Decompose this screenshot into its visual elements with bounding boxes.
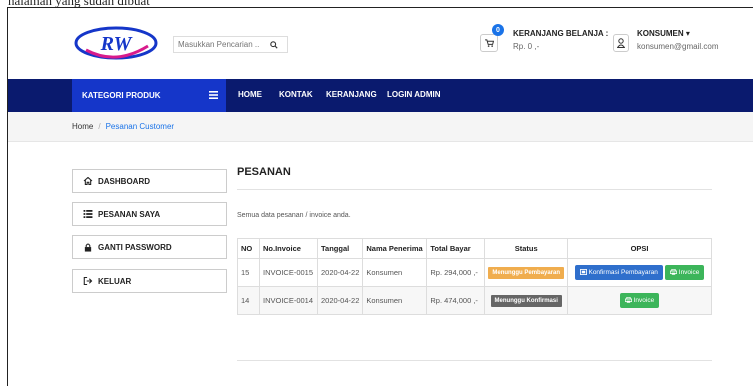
home-icon — [83, 177, 93, 185]
column-header-no: NO — [237, 238, 260, 259]
cell-recipient: Konsumen — [362, 286, 428, 315]
sidebar-item-pesanan-saya[interactable]: PESANAN SAYA — [72, 202, 227, 226]
column-header-recipient: Nama Penerima — [362, 238, 428, 259]
bottom-divider — [237, 360, 712, 361]
sidebar-item-label: DASHBOARD — [98, 176, 150, 186]
cell-invoice: INVOICE-0014 — [259, 286, 318, 315]
sidebar-item-label: PESANAN SAYA — [98, 209, 161, 219]
cell-invoice: INVOICE-0015 — [259, 258, 318, 287]
column-header-status: Status — [484, 238, 569, 259]
column-header-total: Total Bayar — [426, 238, 486, 259]
cell-total: Rp. 294,000 ,- — [426, 258, 486, 287]
cart-button[interactable] — [480, 34, 498, 52]
status-badge: Menunggu Pembayaran — [488, 266, 565, 279]
confirm-payment-button[interactable]: Konfirmasi Pembayaran — [574, 265, 663, 280]
nav-login-admin[interactable]: LOGIN ADMIN — [387, 90, 440, 99]
site-logo[interactable]: RW — [74, 26, 158, 60]
category-label: KATEGORI PRODUK — [82, 91, 161, 100]
nav-keranjang[interactable]: KERANJANG — [326, 90, 377, 99]
column-header-date: Tanggal — [316, 238, 364, 259]
cell-options: Konfirmasi Pembayaran Invoice — [567, 258, 712, 287]
invoice-button[interactable]: Invoice — [619, 293, 660, 308]
cell-no: 15 — [237, 258, 260, 287]
sidebar-item-keluar[interactable]: KELUAR — [72, 269, 227, 293]
search-box — [173, 36, 288, 53]
main-navbar: KATEGORI PRODUK HOME KONTAK KERANJANG LO… — [8, 79, 753, 112]
title-divider — [237, 189, 712, 190]
cell-date: 2020-04-22 — [316, 258, 364, 287]
search-icon[interactable] — [270, 40, 278, 49]
sidebar-item-label: GANTI PASSWORD — [98, 242, 172, 252]
invoice-button[interactable]: Invoice — [664, 265, 705, 280]
cart-title: KERANJANG BELANJA : — [513, 29, 609, 38]
status-badge: Menunggu Konfirmasi — [490, 294, 562, 307]
search-input[interactable] — [178, 40, 266, 49]
hamburger-icon — [209, 91, 218, 99]
cell-options: Invoice — [567, 286, 712, 315]
logo-text: RW — [100, 33, 133, 55]
user-icon — [617, 38, 625, 48]
cell-recipient: Konsumen — [362, 258, 428, 287]
cell-status: Menunggu Konfirmasi — [484, 286, 569, 315]
sidebar-item-label: KELUAR — [98, 276, 132, 286]
cell-date: 2020-04-22 — [316, 286, 364, 315]
cart-total: Rp. 0 ,- — [513, 42, 540, 51]
user-name-dropdown[interactable]: KONSUMEN ▾ — [637, 29, 690, 38]
breadcrumb: Home / Pesanan Customer — [8, 112, 753, 142]
column-header-invoice: No.Invoice — [259, 238, 318, 259]
cart-count-badge: 0 — [492, 24, 504, 36]
table-header-row: NO No.Invoice Tanggal Nama Penerima Tota… — [237, 238, 712, 259]
breadcrumb-current: Pesanan Customer — [105, 122, 175, 131]
cell-no: 14 — [237, 286, 260, 315]
list-icon — [83, 210, 93, 218]
nav-home[interactable]: HOME — [238, 90, 262, 99]
invoice-label: Invoice — [678, 269, 700, 276]
user-button[interactable] — [613, 34, 629, 52]
confirm-payment-label: Konfirmasi Pembayaran — [588, 269, 658, 276]
lock-icon — [84, 243, 92, 252]
table-row: 15 INVOICE-0015 2020-04-22 Konsumen Rp. … — [237, 258, 712, 287]
user-email: konsumen@gmail.com — [637, 42, 719, 51]
category-menu[interactable]: KATEGORI PRODUK — [72, 79, 226, 112]
sidebar-item-dashboard[interactable]: DASHBOARD — [72, 169, 227, 193]
site-header: RW 0 KERANJANG BELANJA : Rp. 0 ,- KONSUM… — [8, 8, 753, 78]
cell-status: Menunggu Pembayaran — [484, 258, 569, 287]
breadcrumb-separator: / — [98, 122, 101, 131]
nav-kontak[interactable]: KONTAK — [279, 90, 313, 99]
browser-frame: RW 0 KERANJANG BELANJA : Rp. 0 ,- KONSUM… — [7, 7, 753, 386]
column-header-options: OPSI — [567, 238, 712, 259]
printer-icon — [624, 296, 632, 303]
logout-icon — [83, 277, 93, 285]
invoice-label: Invoice — [633, 297, 655, 304]
orders-table: NO No.Invoice Tanggal Nama Penerima Tota… — [237, 238, 712, 315]
page-title: PESANAN — [237, 166, 291, 178]
receipt-icon — [579, 269, 587, 275]
breadcrumb-home[interactable]: Home — [72, 122, 93, 131]
cart-icon — [484, 39, 494, 47]
table-row: 14 INVOICE-0014 2020-04-22 Konsumen Rp. … — [237, 286, 712, 315]
sidebar-item-ganti-password[interactable]: GANTI PASSWORD — [72, 235, 227, 259]
page-description: Semua data pesanan / invoice anda. — [237, 212, 351, 219]
cell-total: Rp. 474,000 ,- — [426, 286, 486, 315]
printer-icon — [669, 268, 678, 275]
